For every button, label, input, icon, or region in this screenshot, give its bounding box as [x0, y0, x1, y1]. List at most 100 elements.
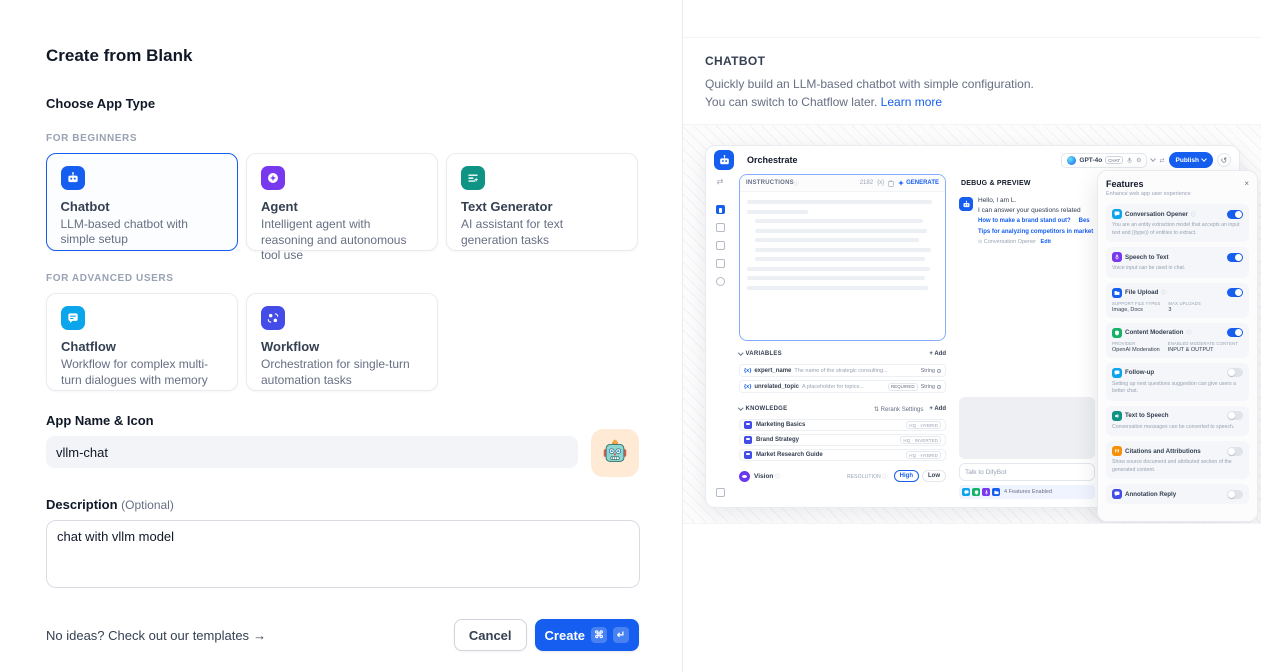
- add-variable-button: + Add: [929, 351, 946, 357]
- resolution-high-option: High: [894, 470, 919, 482]
- folder-icon: [1112, 288, 1122, 298]
- conversation-opener-icon: [962, 488, 970, 496]
- preview-config-column: INSTRUCTIONS ⓘ 2182 {x} GENERATE: [739, 174, 946, 484]
- features-subtitle: Enhance web app user experience: [1106, 191, 1249, 197]
- globe-icon: [716, 277, 725, 286]
- preview-sidebar: ⇄: [706, 174, 734, 507]
- learn-more-link[interactable]: Learn more: [881, 95, 942, 109]
- chat-area-placeholder: [959, 397, 1095, 459]
- image-icon: [716, 223, 725, 232]
- instructions-label: INSTRUCTIONS: [746, 180, 794, 186]
- mic-icon: [1126, 157, 1133, 164]
- app-name-input[interactable]: [46, 436, 578, 468]
- features-enabled-bar: 4 Features Enabled: [959, 485, 1095, 499]
- app-type-heading: CHATBOT: [705, 54, 1261, 68]
- card-title: Agent: [261, 199, 423, 214]
- publish-button: Publish: [1169, 152, 1213, 168]
- dialog-footer: No ideas? Check out our templates→ Cance…: [46, 619, 639, 651]
- vision-row: Vision ⓘ RESOLUTION ⓘ High Low: [739, 468, 946, 484]
- enter-key-icon: ↵: [613, 627, 629, 643]
- logs-icon: [716, 241, 725, 250]
- card-title: Chatbot: [61, 199, 224, 214]
- arrow-right-icon: →: [253, 628, 266, 643]
- preview-title: Orchestrate: [747, 155, 798, 165]
- feature-item-file-upload: File Upload ⓘ SUPPORT FILE TYPESImage, D…: [1106, 283, 1249, 318]
- card-title: Text Generator: [461, 199, 623, 214]
- chat-bubble-icon: [1112, 368, 1122, 378]
- speech-to-text-icon: [982, 488, 990, 496]
- right-top-strip: [683, 0, 1261, 38]
- debug-preview-label: DEBUG & PREVIEW: [961, 180, 1095, 187]
- text-generator-icon: [461, 166, 485, 190]
- create-app-dialog: Create from Blank Choose App Type FOR BE…: [0, 0, 1261, 672]
- chatbot-icon: [61, 166, 85, 190]
- file-upload-icon: [992, 488, 1000, 496]
- close-icon: ×: [1244, 179, 1249, 188]
- toggle: [1227, 328, 1243, 337]
- app-type-card-agent[interactable]: Agent Intelligent agent with reasoning a…: [246, 153, 438, 251]
- bot-avatar: [959, 197, 973, 211]
- chat-mode-badge: CHAT: [1105, 156, 1123, 164]
- resolution-low-option: Low: [922, 470, 946, 482]
- retrieval-badge: HQ · HYBRID: [906, 451, 941, 459]
- app-type-card-chatflow[interactable]: Chatflow Workflow for complex multi-turn…: [46, 293, 238, 391]
- feature-item-speech-to-text: Speech to Text Voice input can be used i…: [1106, 247, 1249, 278]
- annotation-icon: [1112, 489, 1122, 499]
- card-desc: Workflow for complex multi-turn dialogue…: [61, 357, 223, 388]
- mic-icon: [1112, 252, 1122, 262]
- app-icon-picker-button[interactable]: [591, 429, 639, 477]
- model-provider-icon: [1067, 156, 1076, 165]
- advanced-cards-row: Chatflow Workflow for complex multi-turn…: [46, 293, 639, 391]
- info-icon: ⓘ: [775, 473, 780, 480]
- toggle: [1227, 447, 1243, 456]
- eye-icon: [937, 385, 941, 389]
- document-icon: [744, 451, 752, 459]
- card-desc: Intelligent agent with reasoning and aut…: [261, 217, 423, 264]
- cmd-key-icon: ⌘: [591, 627, 607, 643]
- toggle: [1227, 411, 1243, 420]
- model-selector: GPT-4o CHAT ⚙: [1061, 153, 1147, 168]
- card-title: Workflow: [261, 339, 423, 354]
- toggle: [1227, 253, 1243, 262]
- knowledge-row: Brand Strategy HQ · INVERTED: [739, 434, 946, 446]
- char-count: 2182: [860, 180, 873, 186]
- app-type-card-chatbot[interactable]: Chatbot LLM-based chatbot with simple se…: [46, 153, 238, 251]
- required-badge: REQUIRED: [888, 383, 918, 391]
- suggestion-link: Bes: [1079, 218, 1090, 224]
- toggle: [1227, 210, 1243, 219]
- conversation-opener-note: ⊙ Conversation Opener Edit: [978, 239, 1095, 245]
- variable-row: {x} expert_name The name of the strategi…: [739, 364, 946, 377]
- eye-icon: [937, 369, 941, 373]
- app-name-row: [46, 436, 639, 477]
- app-type-card-workflow[interactable]: Workflow Orchestration for single-turn a…: [246, 293, 438, 391]
- app-robot-icon: [714, 150, 734, 170]
- switch-icon: ⇄: [717, 177, 724, 186]
- tune-icon: ⇄: [1159, 157, 1164, 164]
- quote-icon: [1112, 446, 1122, 456]
- agent-icon: [261, 166, 285, 190]
- app-type-card-text-generator[interactable]: Text Generator AI assistant for text gen…: [446, 153, 638, 251]
- chevron-down-icon: [738, 406, 743, 411]
- instructions-panel: INSTRUCTIONS ⓘ 2182 {x} GENERATE: [739, 174, 946, 341]
- feature-item-content-moderation: Content Moderation ⓘ PROVIDEROpenAI Mode…: [1106, 323, 1249, 358]
- variable-row: {x} unrelated_topic A placeholder for to…: [739, 380, 946, 393]
- description-textarea[interactable]: chat with vllm model: [46, 520, 640, 588]
- chat-bubble-icon: [1112, 209, 1122, 219]
- feature-item-text-to-speech: Text to Speech Conversation messages can…: [1106, 406, 1249, 437]
- collapse-icon: [716, 488, 725, 497]
- cancel-button[interactable]: Cancel: [454, 619, 527, 651]
- bot-message: Hello, I am L. I can answer your questio…: [959, 197, 1095, 245]
- variables-header: VARIABLES + Add: [739, 347, 946, 361]
- features-title: Features: [1106, 179, 1144, 189]
- templates-link[interactable]: No ideas? Check out our templates→: [46, 628, 266, 643]
- create-button[interactable]: Create ⌘ ↵: [535, 619, 639, 651]
- page-title: Create from Blank: [46, 46, 639, 66]
- workflow-icon: [261, 306, 285, 330]
- chat-input: Talk to DifyBot: [959, 463, 1095, 481]
- toggle: [1227, 490, 1243, 499]
- chevron-down-icon: [1151, 156, 1157, 162]
- content-moderation-icon: [972, 488, 980, 496]
- card-desc: AI assistant for text generation tasks: [461, 217, 623, 248]
- beginner-cards-row: Chatbot LLM-based chatbot with simple se…: [46, 153, 639, 251]
- shield-icon: [1112, 328, 1122, 338]
